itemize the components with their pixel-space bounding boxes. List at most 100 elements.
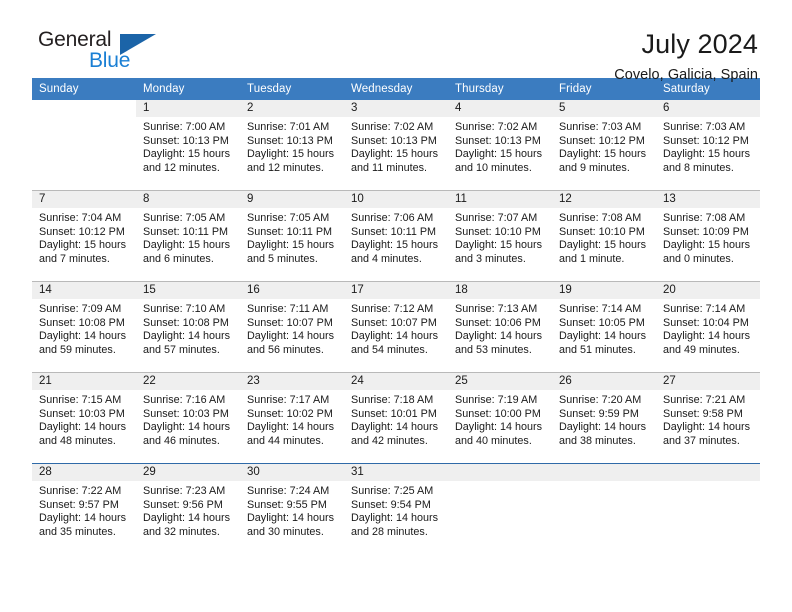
sunset-text: Sunset: 10:06 PM bbox=[455, 316, 541, 329]
calendar-day-cell[interactable]: 3 Sunrise: 7:02 AM Sunset: 10:13 PM Dayligh… bbox=[344, 100, 448, 191]
day-cell-inner: 6 Sunrise: 7:03 AM Sunset: 10:12 PM Dayligh… bbox=[656, 100, 760, 190]
weekday-header-tuesday: Tuesday bbox=[240, 78, 344, 100]
sunset-text: Sunset: 10:09 PM bbox=[663, 225, 749, 238]
sunrise-text: Sunrise: 7:24 AM bbox=[247, 485, 330, 497]
calendar-day-cell[interactable]: 29 Sunrise: 7:23 AM Sunset: 9:56 PM Dayligh… bbox=[136, 463, 240, 554]
day-number: 13 bbox=[656, 191, 760, 208]
daylight-text-line2: and 32 minutes. bbox=[143, 526, 220, 539]
calendar-day-cell[interactable]: 7 Sunrise: 7:04 AM Sunset: 10:12 PM Dayligh… bbox=[32, 190, 136, 282]
day-number: 5 bbox=[552, 100, 656, 117]
sunrise-text: Sunrise: 7:05 AM bbox=[247, 212, 330, 224]
daylight-text-line1: Daylight: 15 hours bbox=[663, 148, 751, 161]
calendar-day-cell[interactable]: 13 Sunrise: 7:08 AM Sunset: 10:09 PM Daylig… bbox=[656, 190, 760, 282]
calendar-day-cell[interactable]: 26 Sunrise: 7:20 AM Sunset: 9:59 PM Dayligh… bbox=[552, 372, 656, 464]
sunrise-text: Sunrise: 7:21 AM bbox=[663, 394, 746, 406]
calendar-day-cell[interactable]: 15 Sunrise: 7:10 AM Sunset: 10:08 PM Daylig… bbox=[136, 281, 240, 373]
daylight-text-line1: Daylight: 14 hours bbox=[39, 421, 127, 434]
calendar-day-cell[interactable]: 9 Sunrise: 7:05 AM Sunset: 10:11 PM Dayligh… bbox=[240, 190, 344, 282]
calendar-day-cell[interactable]: 16 Sunrise: 7:11 AM Sunset: 10:07 PM Daylig… bbox=[240, 281, 344, 373]
daylight-text-line1: Daylight: 14 hours bbox=[455, 421, 543, 434]
sunset-text: Sunset: 10:13 PM bbox=[351, 134, 437, 147]
daylight-text-line2: and 57 minutes. bbox=[143, 344, 220, 357]
day-details: Sunrise: 7:05 AM Sunset: 10:11 PM Daylight… bbox=[136, 208, 240, 267]
daylight-text-line2: and 10 minutes. bbox=[455, 162, 532, 175]
day-number: 27 bbox=[656, 373, 760, 390]
calendar-day-cell[interactable]: 27 Sunrise: 7:21 AM Sunset: 9:58 PM Dayligh… bbox=[656, 372, 760, 464]
calendar-day-cell[interactable]: 20 Sunrise: 7:14 AM Sunset: 10:04 PM Daylig… bbox=[656, 281, 760, 373]
day-cell-inner: 26 Sunrise: 7:20 AM Sunset: 9:59 PM Dayligh… bbox=[552, 373, 656, 463]
calendar-day-cell[interactable]: 10 Sunrise: 7:06 AM Sunset: 10:11 PM Daylig… bbox=[344, 190, 448, 282]
calendar-day-cell[interactable]: 11 Sunrise: 7:07 AM Sunset: 10:10 PM Daylig… bbox=[448, 190, 552, 282]
sunrise-text: Sunrise: 7:13 AM bbox=[455, 303, 538, 315]
calendar-day-cell[interactable]: 25 Sunrise: 7:19 AM Sunset: 10:00 PM Daylig… bbox=[448, 372, 552, 464]
sunrise-text: Sunrise: 7:04 AM bbox=[39, 212, 122, 224]
calendar-day-cell[interactable]: 24 Sunrise: 7:18 AM Sunset: 10:01 PM Daylig… bbox=[344, 372, 448, 464]
daylight-text-line1: Daylight: 14 hours bbox=[663, 330, 751, 343]
day-details: Sunrise: 7:17 AM Sunset: 10:02 PM Daylight… bbox=[240, 390, 344, 449]
calendar-day-cell[interactable]: 21 Sunrise: 7:15 AM Sunset: 10:03 PM Daylig… bbox=[32, 372, 136, 464]
day-details: Sunrise: 7:11 AM Sunset: 10:07 PM Daylight… bbox=[240, 299, 344, 358]
day-details: Sunrise: 7:13 AM Sunset: 10:06 PM Daylight… bbox=[448, 299, 552, 358]
day-number: 23 bbox=[240, 373, 344, 390]
sunrise-text: Sunrise: 7:15 AM bbox=[39, 394, 122, 406]
calendar-day-cell[interactable]: 17 Sunrise: 7:12 AM Sunset: 10:07 PM Daylig… bbox=[344, 281, 448, 373]
logo-text-blue: Blue bbox=[89, 49, 131, 72]
sunrise-text: Sunrise: 7:10 AM bbox=[143, 303, 226, 315]
daylight-text-line1: Daylight: 14 hours bbox=[143, 330, 231, 343]
day-number: 22 bbox=[136, 373, 240, 390]
sunset-text: Sunset: 9:58 PM bbox=[663, 407, 743, 420]
calendar-body: 1 Sunrise: 7:00 AM Sunset: 10:13 PM Dayligh… bbox=[32, 100, 760, 554]
calendar-day-cell[interactable]: 4 Sunrise: 7:02 AM Sunset: 10:13 PM Dayligh… bbox=[448, 100, 552, 191]
day-number bbox=[656, 464, 760, 481]
sunset-text: Sunset: 10:04 PM bbox=[663, 316, 749, 329]
daylight-text-line2: and 7 minutes. bbox=[39, 253, 110, 266]
daylight-text-line2: and 4 minutes. bbox=[351, 253, 422, 266]
day-number: 14 bbox=[32, 282, 136, 299]
calendar-day-cell[interactable]: 19 Sunrise: 7:14 AM Sunset: 10:05 PM Daylig… bbox=[552, 281, 656, 373]
day-details: Sunrise: 7:23 AM Sunset: 9:56 PM Daylight:… bbox=[136, 481, 240, 540]
daylight-text-line2: and 48 minutes. bbox=[39, 435, 116, 448]
calendar-day-cell[interactable]: 23 Sunrise: 7:17 AM Sunset: 10:02 PM Daylig… bbox=[240, 372, 344, 464]
day-details: Sunrise: 7:20 AM Sunset: 9:59 PM Daylight:… bbox=[552, 390, 656, 449]
daylight-text-line2: and 37 minutes. bbox=[663, 435, 740, 448]
daylight-text-line2: and 56 minutes. bbox=[247, 344, 324, 357]
calendar-day-cell[interactable]: 14 Sunrise: 7:09 AM Sunset: 10:08 PM Daylig… bbox=[32, 281, 136, 373]
calendar-day-cell[interactable]: 6 Sunrise: 7:03 AM Sunset: 10:12 PM Dayligh… bbox=[656, 100, 760, 191]
day-details: Sunrise: 7:25 AM Sunset: 9:54 PM Daylight:… bbox=[344, 481, 448, 540]
calendar-day-cell[interactable]: 30 Sunrise: 7:24 AM Sunset: 9:55 PM Dayligh… bbox=[240, 463, 344, 554]
page-title: July 2024 bbox=[641, 29, 758, 59]
daylight-text-line2: and 1 minute. bbox=[559, 253, 625, 266]
daylight-text-line2: and 35 minutes. bbox=[39, 526, 116, 539]
daylight-text-line2: and 28 minutes. bbox=[351, 526, 428, 539]
daylight-text-line2: and 44 minutes. bbox=[247, 435, 324, 448]
sunset-text: Sunset: 10:11 PM bbox=[247, 225, 333, 238]
sunset-text: Sunset: 10:08 PM bbox=[143, 316, 229, 329]
day-number: 6 bbox=[656, 100, 760, 117]
sunset-text: Sunset: 9:54 PM bbox=[351, 498, 431, 511]
calendar-day-cell[interactable]: 5 Sunrise: 7:03 AM Sunset: 10:12 PM Dayligh… bbox=[552, 100, 656, 191]
calendar-day-cell[interactable]: 28 Sunrise: 7:22 AM Sunset: 9:57 PM Dayligh… bbox=[32, 463, 136, 554]
day-cell-inner: 24 Sunrise: 7:18 AM Sunset: 10:01 PM Daylig… bbox=[344, 373, 448, 463]
calendar-day-cell[interactable]: 2 Sunrise: 7:01 AM Sunset: 10:13 PM Dayligh… bbox=[240, 100, 344, 191]
calendar-day-cell[interactable]: 18 Sunrise: 7:13 AM Sunset: 10:06 PM Daylig… bbox=[448, 281, 552, 373]
daylight-text-line1: Daylight: 15 hours bbox=[559, 148, 647, 161]
daylight-text-line2: and 53 minutes. bbox=[455, 344, 532, 357]
generalblue-logo[interactable]: General Blue bbox=[32, 28, 164, 80]
daylight-text-line2: and 5 minutes. bbox=[247, 253, 318, 266]
calendar-day-cell[interactable]: 1 Sunrise: 7:00 AM Sunset: 10:13 PM Dayligh… bbox=[136, 100, 240, 191]
calendar-page: General Blue July 2024 Covelo, Galicia, … bbox=[0, 0, 792, 612]
calendar-day-cell[interactable]: 31 Sunrise: 7:25 AM Sunset: 9:54 PM Dayligh… bbox=[344, 463, 448, 554]
day-cell-inner: 14 Sunrise: 7:09 AM Sunset: 10:08 PM Daylig… bbox=[32, 282, 136, 372]
daylight-text-line1: Daylight: 15 hours bbox=[39, 239, 127, 252]
calendar-day-cell[interactable]: 8 Sunrise: 7:05 AM Sunset: 10:11 PM Dayligh… bbox=[136, 190, 240, 282]
sunrise-text: Sunrise: 7:07 AM bbox=[455, 212, 538, 224]
calendar-day-cell[interactable]: 12 Sunrise: 7:08 AM Sunset: 10:10 PM Daylig… bbox=[552, 190, 656, 282]
calendar-day-cell[interactable]: 22 Sunrise: 7:16 AM Sunset: 10:03 PM Daylig… bbox=[136, 372, 240, 464]
daylight-text-line2: and 12 minutes. bbox=[143, 162, 220, 175]
day-cell-inner: 23 Sunrise: 7:17 AM Sunset: 10:02 PM Daylig… bbox=[240, 373, 344, 463]
day-cell-inner bbox=[656, 464, 760, 554]
daylight-text-line1: Daylight: 15 hours bbox=[455, 239, 543, 252]
day-cell-inner: 28 Sunrise: 7:22 AM Sunset: 9:57 PM Dayligh… bbox=[32, 464, 136, 554]
day-details: Sunrise: 7:02 AM Sunset: 10:13 PM Daylight… bbox=[448, 117, 552, 176]
day-details: Sunrise: 7:00 AM Sunset: 10:13 PM Daylight… bbox=[136, 117, 240, 176]
